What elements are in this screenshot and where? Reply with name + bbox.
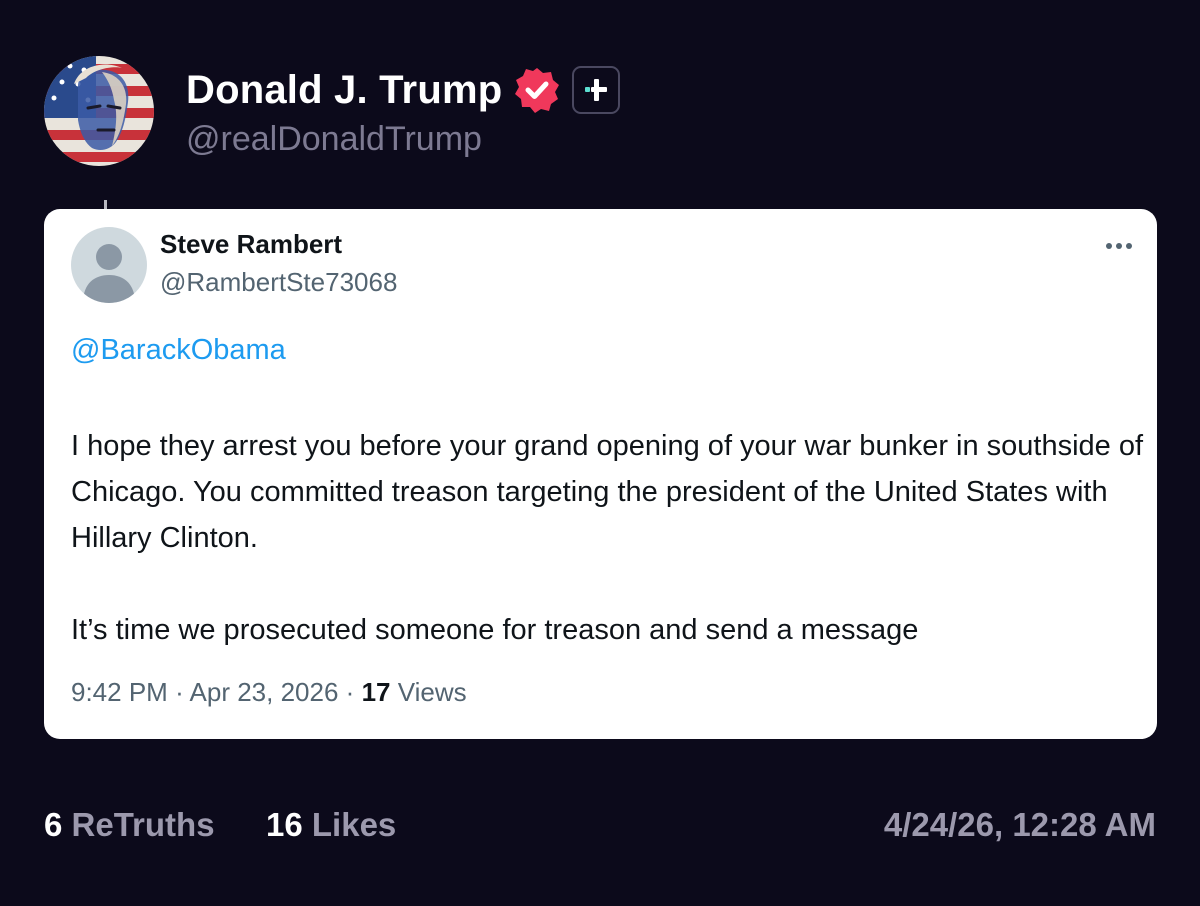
retruths-stat[interactable]: 6 ReTruths: [44, 806, 215, 844]
mention-link[interactable]: @BarackObama: [71, 334, 286, 367]
post-footer: 6 ReTruths 16 Likes 4/24/26, 12:28 AM: [44, 806, 1156, 850]
meta-separator: ·: [175, 677, 184, 707]
author-handle[interactable]: @realDonaldTrump: [186, 120, 482, 159]
verified-badge-icon: [515, 68, 560, 113]
tweet-paragraph: I hope they arrest you before your grand…: [71, 430, 1144, 554]
quoted-author-avatar[interactable]: [71, 227, 147, 303]
post-timestamp[interactable]: 4/24/26, 12:28 AM: [884, 806, 1156, 844]
tweet-metadata: 9:42 PM · Apr 23, 2026 · 17 Views: [71, 677, 467, 708]
quoted-author-handle[interactable]: @RambertSte73068: [160, 267, 397, 298]
views-count: 17: [361, 677, 391, 707]
quoted-author-name[interactable]: Steve Rambert: [160, 229, 342, 260]
author-name-row: Donald J. Trump: [186, 64, 621, 116]
tweet-body: I hope they arrest you before your grand…: [71, 423, 1146, 653]
meta-separator: ·: [345, 677, 355, 707]
quoted-tweet-card[interactable]: Steve Rambert @RambertSte73068 @BarackOb…: [44, 209, 1157, 739]
likes-label: Likes: [311, 806, 397, 843]
avatar-image: [44, 56, 154, 166]
author-display-name[interactable]: Donald J. Trump: [186, 68, 502, 113]
tweet-date[interactable]: Apr 23, 2026: [190, 677, 339, 707]
plus-badge-icon: [572, 66, 621, 114]
more-options-icon[interactable]: [1105, 241, 1133, 251]
tweet-time[interactable]: 9:42 PM: [71, 677, 168, 707]
likes-count: 16: [266, 806, 303, 843]
tweet-paragraph: It’s time we prosecuted someone for trea…: [71, 614, 919, 646]
views-label: Views: [397, 677, 467, 707]
retruths-label: ReTruths: [71, 806, 215, 843]
post-header: Donald J. Trump @realDonaldTrump: [44, 56, 1144, 166]
retruths-count: 6: [44, 806, 63, 843]
default-avatar-icon: [71, 227, 147, 303]
likes-stat[interactable]: 16 Likes: [266, 806, 396, 844]
author-avatar[interactable]: [44, 56, 154, 166]
